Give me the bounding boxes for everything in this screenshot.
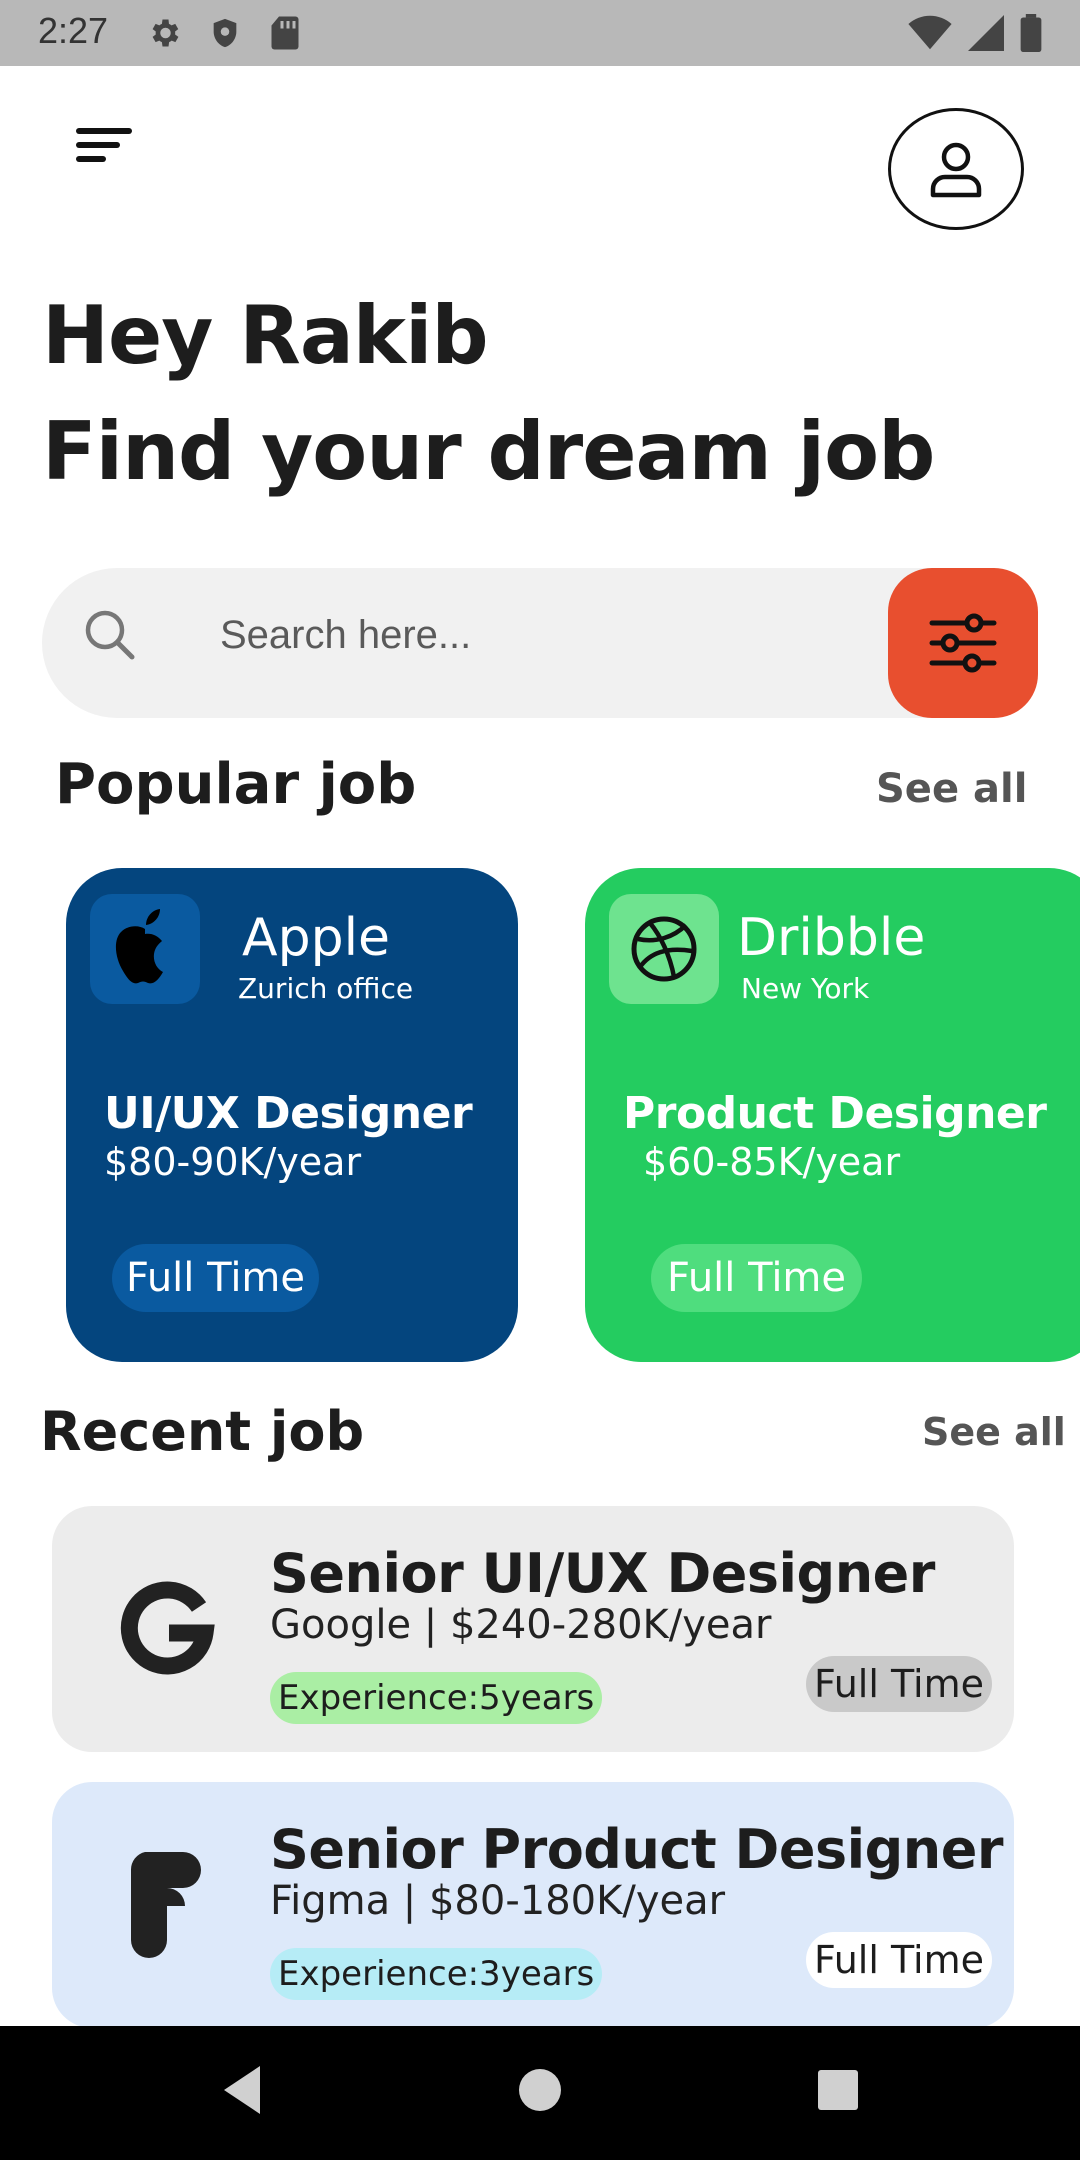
popular-section-title: Popular job — [55, 752, 417, 817]
status-time: 2:27 — [38, 10, 109, 51]
filter-button[interactable] — [888, 568, 1038, 718]
sd-card-icon — [271, 16, 299, 50]
popular-job-card-apple[interactable]: Apple Zurich office UI/UX Designer $80-9… — [66, 868, 518, 1362]
job-company-salary: Google | $240-280K/year — [270, 1602, 772, 1648]
page-title: Find your dream job — [42, 405, 935, 498]
user-icon — [930, 142, 982, 198]
company-location: New York — [741, 972, 870, 1005]
battery-icon — [1020, 14, 1042, 52]
experience-badge: Experience:5years — [270, 1672, 603, 1724]
profile-button[interactable] — [888, 108, 1024, 230]
job-type-badge: Full Time — [651, 1244, 863, 1312]
job-company-salary: Figma | $80-180K/year — [270, 1878, 726, 1924]
popular-see-all-link[interactable]: See all — [876, 766, 1027, 812]
job-salary: $80-90K/year — [104, 1140, 362, 1184]
signal-icon — [968, 15, 1004, 51]
job-type-badge: Full Time — [112, 1244, 320, 1312]
status-bar: 2:27 — [0, 0, 1080, 66]
experience-badge: Experience:3years — [270, 1948, 603, 2000]
recent-section-title: Recent job — [40, 1400, 365, 1463]
figma-logo — [92, 1830, 242, 1980]
figma-icon — [130, 1852, 201, 1958]
search-icon — [85, 610, 135, 660]
popular-job-card-dribble[interactable]: Dribble New York Product Designer $60-85… — [585, 868, 1080, 1362]
google-icon — [120, 1581, 215, 1675]
shield-icon — [213, 18, 237, 48]
apple-logo-box — [90, 894, 200, 1004]
job-title: Senior Product Designer — [270, 1818, 1003, 1881]
job-type-badge: Full Time — [805, 1656, 992, 1712]
greeting: Hey Rakib — [42, 289, 489, 382]
company-location: Zurich office — [238, 972, 414, 1005]
google-logo — [92, 1554, 242, 1704]
recent-job-card-google[interactable]: Senior UI/UX Designer Google | $240-280K… — [52, 1506, 1014, 1752]
job-type-badge: Full Time — [805, 1932, 992, 1988]
recent-job-card-figma[interactable]: Senior Product Designer Figma | $80-180K… — [52, 1782, 1014, 2028]
job-role: UI/UX Designer — [104, 1088, 473, 1139]
dribbble-icon — [631, 916, 697, 982]
recent-see-all-link[interactable]: See all — [922, 1410, 1066, 1454]
dribbble-logo-box — [609, 894, 719, 1004]
system-nav-bar — [0, 2026, 1080, 2160]
recents-icon[interactable] — [812, 2060, 864, 2120]
menu-icon — [76, 128, 132, 162]
job-role: Product Designer — [623, 1088, 1047, 1139]
menu-button[interactable] — [70, 120, 140, 180]
company-name: Apple — [242, 908, 391, 968]
job-title: Senior UI/UX Designer — [270, 1542, 935, 1605]
job-salary: $60-85K/year — [643, 1140, 901, 1184]
home-icon[interactable] — [516, 2060, 564, 2120]
gear-icon — [152, 19, 179, 47]
apple-icon — [115, 909, 163, 984]
sliders-icon — [929, 613, 997, 673]
back-icon[interactable] — [214, 2060, 270, 2120]
company-name: Dribble — [737, 908, 926, 968]
wifi-icon — [908, 15, 952, 50]
search-input[interactable] — [220, 600, 840, 670]
